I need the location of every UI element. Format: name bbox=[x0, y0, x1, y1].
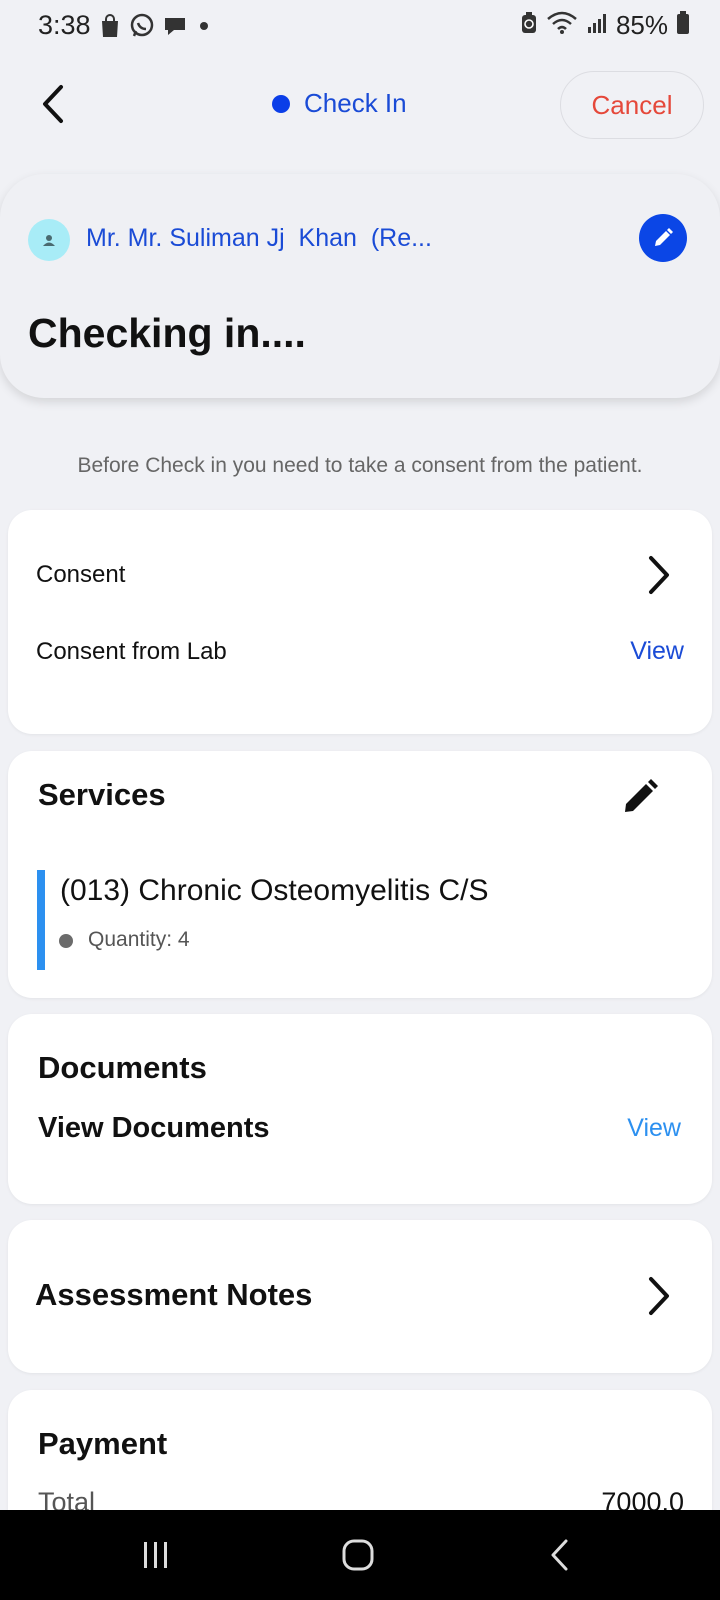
recent-apps-icon bbox=[144, 1542, 167, 1568]
documents-title: Documents bbox=[38, 1050, 207, 1085]
edit-patient-button[interactable] bbox=[639, 214, 687, 262]
services-card: Services (013) Chronic Osteomyelitis C/S… bbox=[8, 751, 712, 998]
shopping-bag-icon bbox=[98, 13, 122, 44]
consent-label: Consent bbox=[36, 561, 126, 588]
header-title-text: Check In bbox=[304, 88, 407, 118]
service-accent-bar bbox=[37, 870, 45, 970]
checking-in-heading: Checking in.... bbox=[28, 310, 306, 356]
back-arrow-icon bbox=[43, 85, 63, 123]
consent-hint: Before Check in you need to take a conse… bbox=[77, 454, 643, 477]
notification-icons bbox=[98, 12, 214, 45]
consent-lab-view-link[interactable]: View bbox=[630, 637, 684, 666]
consent-from-lab-label: Consent from Lab bbox=[36, 638, 227, 665]
pencil-icon bbox=[655, 228, 673, 246]
cancel-button[interactable]: Cancel bbox=[560, 71, 704, 139]
assessment-notes-title: Assessment Notes bbox=[35, 1277, 313, 1312]
navigation-bar bbox=[0, 1510, 720, 1600]
status-bar: 3:38 85% bbox=[0, 0, 720, 52]
payment-title: Payment bbox=[38, 1426, 168, 1461]
patient-card: Mr. Mr. Suliman Jj Khan (Re... Checking … bbox=[0, 174, 720, 398]
screen: 3:38 85% Check In Cancel Mr. Mr. Suliman… bbox=[0, 0, 720, 1600]
documents-card: Documents View Documents View bbox=[8, 1014, 712, 1204]
system-back-button[interactable] bbox=[530, 1535, 590, 1575]
home-icon bbox=[342, 1539, 374, 1571]
documents-view-link[interactable]: View bbox=[627, 1114, 681, 1143]
recent-apps-button[interactable] bbox=[126, 1535, 186, 1575]
patient-name[interactable]: Mr. Mr. Suliman Jj Khan (Re... bbox=[86, 224, 432, 253]
back-icon bbox=[551, 1539, 568, 1571]
pencil-icon bbox=[625, 779, 658, 812]
header-title: Check In bbox=[272, 88, 407, 119]
edit-services-button[interactable] bbox=[618, 775, 662, 819]
assessment-notes-card[interactable]: Assessment Notes bbox=[8, 1220, 712, 1373]
dot-icon bbox=[194, 16, 214, 41]
wifi-icon bbox=[546, 11, 578, 40]
view-documents-label: View Documents bbox=[38, 1112, 270, 1144]
battery-percent: 85% bbox=[615, 10, 668, 40]
service-quantity: Quantity: 4 bbox=[88, 928, 190, 951]
chevron-right-icon bbox=[649, 1277, 669, 1315]
battery-icon bbox=[676, 11, 690, 40]
back-button[interactable] bbox=[30, 82, 74, 126]
header: Check In Cancel bbox=[0, 64, 720, 148]
chevron-right-icon bbox=[649, 556, 669, 594]
quantity-dot bbox=[59, 934, 73, 948]
person-icon bbox=[43, 235, 55, 246]
consent-card: Consent Consent from Lab View bbox=[8, 510, 712, 734]
system-icons: 85% bbox=[520, 10, 690, 41]
service-item: (013) Chronic Osteomyelitis C/S Quantity… bbox=[37, 870, 677, 970]
status-time: 3:38 bbox=[38, 10, 91, 40]
whatsapp-icon bbox=[128, 12, 156, 45]
service-name: (013) Chronic Osteomyelitis C/S bbox=[60, 874, 489, 907]
services-title: Services bbox=[38, 777, 166, 812]
chat-icon bbox=[162, 14, 188, 43]
battery-saver-icon bbox=[520, 11, 538, 40]
consent-row[interactable]: Consent bbox=[8, 540, 712, 610]
signal-icon bbox=[586, 12, 608, 39]
status-dot bbox=[272, 94, 290, 113]
home-button[interactable] bbox=[328, 1535, 388, 1575]
avatar bbox=[28, 219, 70, 261]
